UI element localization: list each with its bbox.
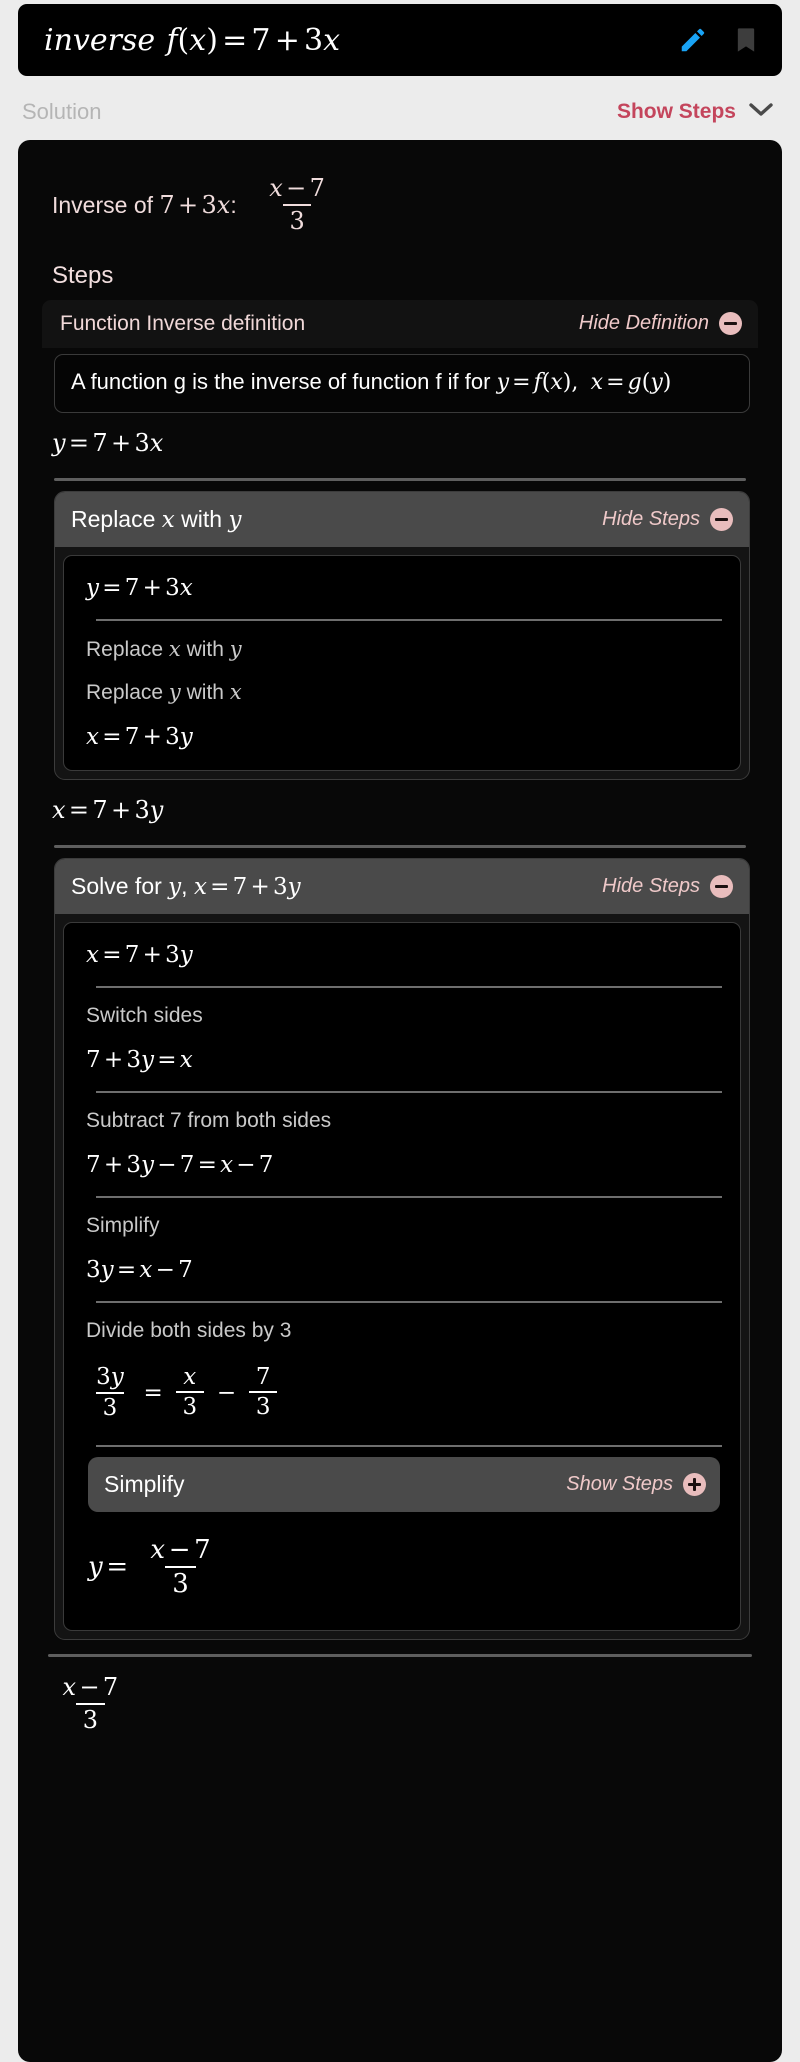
step-equation: 3y 3 = x3 − 73 <box>78 1349 726 1437</box>
hide-steps-toggle[interactable]: Hide Steps <box>602 875 733 899</box>
query-prefix: inverse <box>44 22 156 58</box>
panel-header[interactable]: Replace x with y Hide Steps <box>55 492 749 548</box>
panel-title: Solve for y, x = 7 +3y <box>71 873 301 901</box>
inverse-result-text: Inverse of 7 +3x: <box>52 191 237 220</box>
inverse-result-fraction: x −7 3 <box>263 175 332 235</box>
hide-steps-toggle[interactable]: Hide Steps <box>602 508 733 532</box>
solution-label: Solution <box>22 99 102 124</box>
show-steps-toggle[interactable]: Show Steps <box>566 1472 706 1496</box>
solution-bar: Solution Show Steps <box>0 86 800 138</box>
chevron-down-icon <box>748 101 774 123</box>
show-steps-label: Show Steps <box>616 100 736 123</box>
fraction-numerator: x −7 <box>269 174 325 203</box>
minus-circle-icon <box>710 508 733 532</box>
step-label: Replace x with y <box>86 637 242 662</box>
step-label: Divide both sides by 3 <box>86 1319 292 1343</box>
panel-replace-x-with-y: Replace x with y Hide Steps y = 7 +3x Repla… <box>54 491 750 781</box>
tail-fraction: x −7 3 <box>56 1672 125 1734</box>
divider <box>96 1196 722 1199</box>
panel-result-equation: x = 7 +3y <box>52 796 164 825</box>
panel-body: y = 7 +3x Replace x with y Replace y with x… <box>63 555 741 772</box>
subpanel-simplify[interactable]: Simplify Show Steps <box>88 1456 720 1512</box>
subpanel-title: Simplify <box>104 1470 185 1497</box>
definition-body: A function g is the inverse of function … <box>54 353 750 414</box>
divider <box>96 1091 722 1094</box>
hide-steps-label: Hide Steps <box>602 508 700 531</box>
divider <box>54 845 746 849</box>
panel-header[interactable]: Solve for y, x = 7 +3y Hide Steps <box>55 859 749 915</box>
tail-result: x −7 3 <box>40 1657 760 1755</box>
lead-equation: x = 7 +3y <box>86 942 193 969</box>
minus-circle-icon <box>719 312 742 336</box>
equation-after-definition: y = 7 +3x <box>52 429 164 458</box>
pencil-icon[interactable] <box>678 25 708 55</box>
inverse-input-expr: 7 +3x <box>159 191 231 220</box>
definition-text: A function g is the inverse of function … <box>71 368 491 394</box>
definition-math: y = f(x), x = g(y) <box>496 369 672 395</box>
bookmark-icon[interactable] <box>732 25 760 55</box>
definition-title: Function Inverse definition <box>60 311 306 335</box>
step-label: Subtract 7 from both sides <box>86 1109 332 1133</box>
header-actions <box>678 25 760 55</box>
fraction-denominator: 3 <box>76 1702 105 1734</box>
hide-definition-label: Hide Definition <box>578 312 709 335</box>
divider <box>54 478 746 482</box>
panel-body: x = 7 +3y Switch sides 7 +3y = x Subtract 7 fr… <box>63 922 741 1631</box>
final-equation: y = x −7 3 <box>88 1534 211 1599</box>
query-math: f(x) = 7 +3x <box>163 22 341 58</box>
query-expression: inverse f(x) = 7 +3x <box>44 23 678 58</box>
inverse-result-line: Inverse of 7 +3x: x −7 3 <box>40 168 760 236</box>
steps-title: Steps <box>52 261 114 289</box>
show-steps-toggle[interactable]: Show Steps <box>617 100 774 124</box>
step-equation: 3y = x −7 <box>86 1257 193 1284</box>
query-header: inverse f(x) = 7 +3x <box>18 4 782 76</box>
step-label: Simplify <box>86 1214 160 1238</box>
solution-card: Inverse of 7 +3x: x −7 3 Steps Function In… <box>18 140 782 2062</box>
step-label: Switch sides <box>86 1004 203 1028</box>
hide-steps-label: Hide Steps <box>602 875 700 898</box>
divider <box>96 986 722 989</box>
lead-equation: y = 7 +3x <box>86 575 193 602</box>
step-label: Replace y with x <box>86 680 242 705</box>
hide-definition-toggle[interactable]: Hide Definition <box>578 312 742 336</box>
minus-circle-icon <box>710 875 733 899</box>
show-steps-label: Show Steps <box>566 1472 673 1495</box>
divider <box>96 1301 722 1304</box>
fraction-numerator: x −7 <box>62 1672 119 1701</box>
step-equation: 7 +3y −7 = x −7 <box>86 1152 274 1179</box>
plus-circle-icon <box>683 1472 706 1496</box>
panel-title: Replace x with y <box>71 506 242 534</box>
definition-header: Function Inverse definition Hide Definit… <box>42 299 758 348</box>
step-equation: 7 +3y = x <box>86 1047 193 1074</box>
divider <box>96 1444 722 1447</box>
panel-solve-for-y: Solve for y, x = 7 +3y Hide Steps x = 7 +3y Sw… <box>54 858 750 1640</box>
step-equation: x = 7 +3y <box>86 724 193 751</box>
divider <box>96 619 722 622</box>
fraction-denominator: 3 <box>282 203 312 235</box>
